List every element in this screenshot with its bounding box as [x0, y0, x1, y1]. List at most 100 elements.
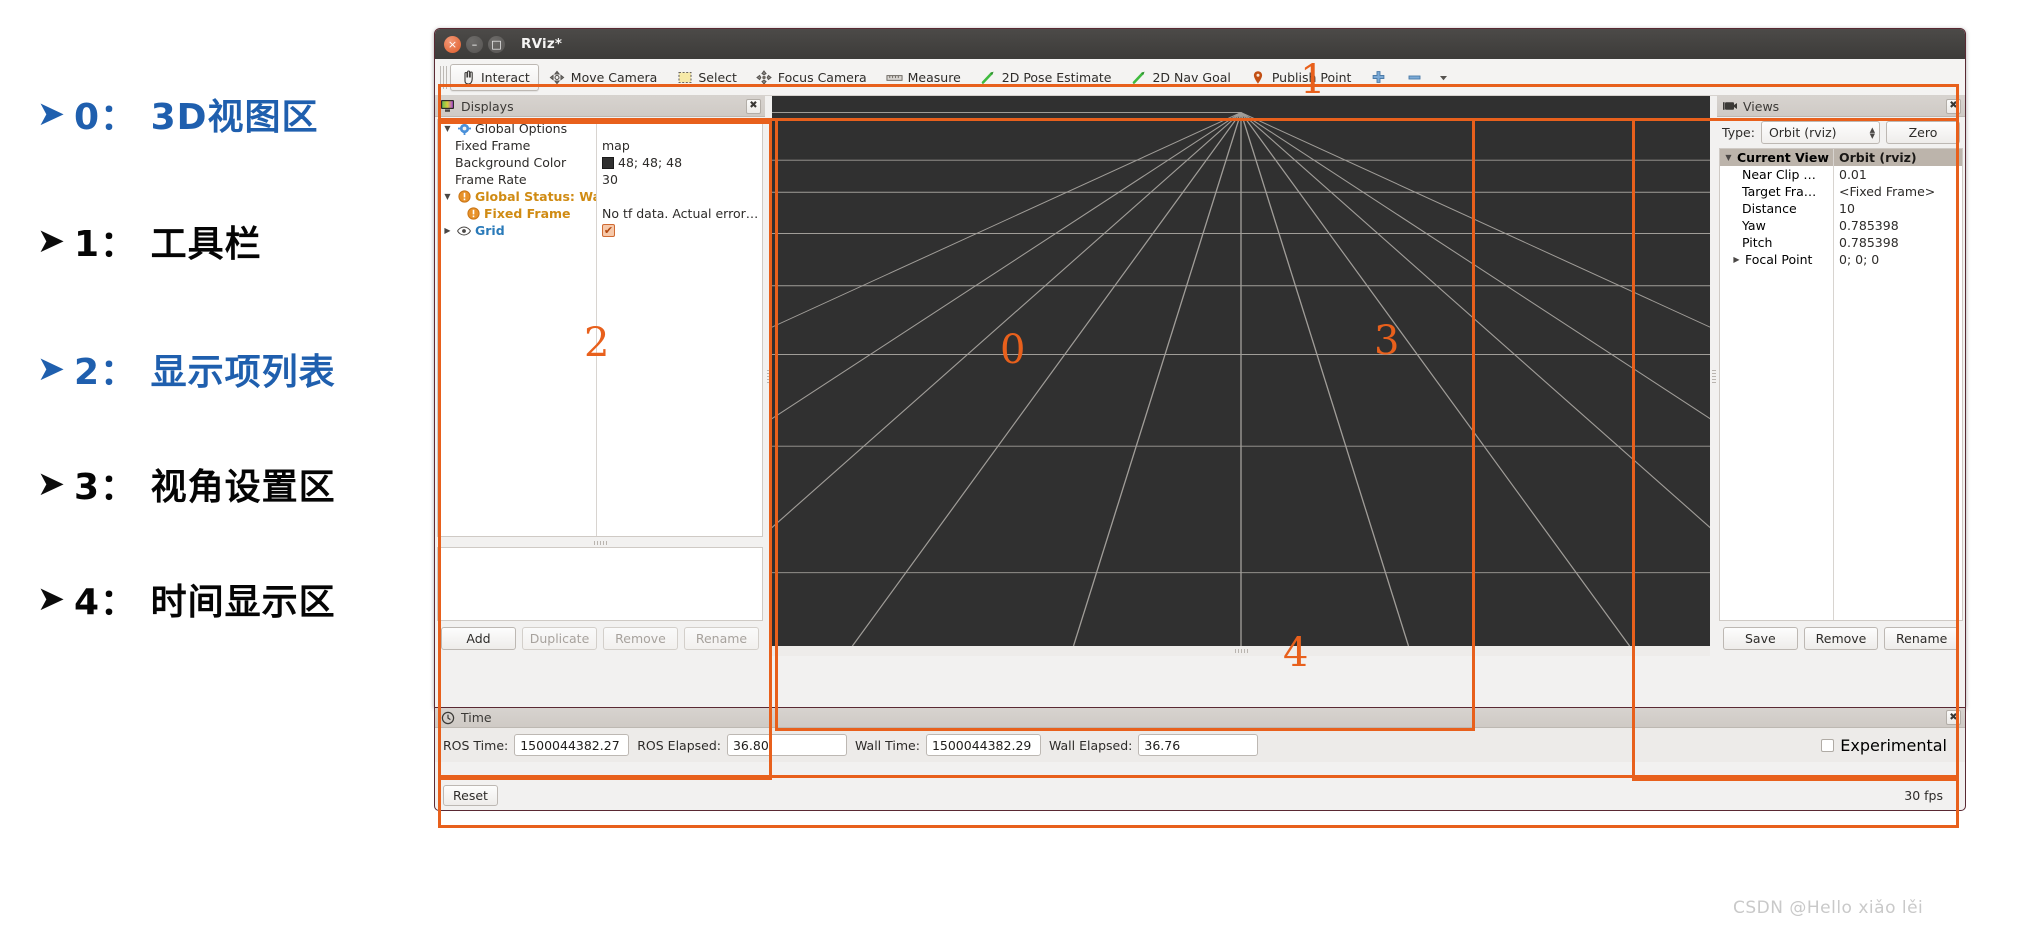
- eye-icon: [457, 225, 471, 237]
- grid-enabled-checkbox[interactable]: ✔: [602, 224, 615, 237]
- twisty-icon[interactable]: ▼: [442, 124, 453, 133]
- rename-view-button[interactable]: Rename: [1884, 627, 1960, 650]
- tree-row-fixed-frame[interactable]: Fixed Frame map: [438, 137, 762, 154]
- ros-elapsed-field: ROS Elapsed: 36.80: [637, 734, 847, 756]
- views-row-distance[interactable]: Distance 10: [1720, 200, 1962, 217]
- tool-publish-point[interactable]: Publish Point: [1241, 64, 1361, 91]
- hand-cursor-icon: [459, 69, 476, 85]
- view-type-row: Type: Orbit (rviz) ▲ ▼ Zero: [1717, 117, 1965, 147]
- reset-button[interactable]: Reset: [443, 785, 498, 806]
- rviz-window: × – □ RViz* Interact Move Camera Select …: [434, 28, 1966, 708]
- wall-time-input[interactable]: 1500044382.29: [925, 734, 1041, 756]
- twisty-icon[interactable]: ▼: [442, 192, 453, 201]
- ros-time-field: ROS Time: 1500044382.27: [443, 734, 630, 756]
- views-row-focal-point[interactable]: ▶ Focal Point 0; 0; 0: [1720, 251, 1962, 268]
- legend-item-0-label: 0： 3D视图区: [74, 97, 319, 138]
- gear-icon: [457, 122, 471, 135]
- wall-elapsed-input[interactable]: 36.76: [1138, 734, 1259, 756]
- focus-camera-icon: [756, 69, 773, 85]
- left-vertical-splitter[interactable]: [765, 96, 772, 656]
- tree-row-status-fixed-frame[interactable]: Fixed Frame No tf data. Actual error…: [438, 205, 762, 222]
- minimize-icon[interactable]: –: [466, 35, 483, 53]
- views-value: Orbit (rviz): [1839, 150, 1917, 165]
- tree-row-grid[interactable]: ▶ Grid ✔: [438, 222, 762, 239]
- views-panel-header: Views ✖: [1717, 96, 1965, 117]
- remove-button[interactable]: Remove: [603, 627, 678, 650]
- tree-row-background-color[interactable]: Background Color 48; 48; 48: [438, 154, 762, 171]
- views-row-target-frame[interactable]: Target Fra… <Fixed Frame>: [1720, 183, 1962, 200]
- maximize-icon[interactable]: □: [488, 35, 505, 53]
- experimental-toggle[interactable]: Experimental: [1821, 736, 1957, 755]
- plus-icon: [1370, 70, 1387, 85]
- tool-overflow-button[interactable]: [1433, 64, 1454, 91]
- tool-add-button[interactable]: [1361, 64, 1396, 91]
- tool-interact-label: Interact: [481, 69, 530, 85]
- ros-time-input[interactable]: 1500044382.27: [514, 734, 630, 756]
- views-row-near-clip[interactable]: Near Clip … 0.01: [1720, 166, 1962, 183]
- close-icon[interactable]: ✖: [1946, 98, 1961, 114]
- tool-move-camera-label: Move Camera: [570, 69, 658, 85]
- displays-panel: Displays ✖ ▼ Global Options Fixed Frame …: [435, 96, 765, 656]
- wall-elapsed-label: Wall Elapsed:: [1048, 737, 1133, 753]
- views-value[interactable]: 0; 0; 0: [1833, 252, 1962, 267]
- twisty-icon[interactable]: ▶: [1731, 255, 1742, 264]
- render-viewport-3d[interactable]: [772, 96, 1710, 646]
- views-column-separator[interactable]: [1833, 149, 1834, 620]
- tree-value[interactable]: map: [602, 138, 630, 153]
- zero-button[interactable]: Zero: [1886, 121, 1960, 144]
- views-value[interactable]: 0.785398: [1833, 235, 1962, 250]
- tree-column-separator[interactable]: [596, 120, 597, 536]
- view-type-select[interactable]: Orbit (rviz) ▲ ▼: [1760, 121, 1880, 144]
- views-row-yaw[interactable]: Yaw 0.785398: [1720, 217, 1962, 234]
- tool-2d-nav-goal[interactable]: 2D Nav Goal: [1121, 64, 1239, 91]
- tool-select[interactable]: Select: [667, 64, 746, 91]
- tool-focus-camera[interactable]: Focus Camera: [747, 64, 876, 91]
- views-value[interactable]: 0.01: [1833, 167, 1962, 182]
- views-value[interactable]: 0.785398: [1833, 218, 1962, 233]
- viewport-bottom-handle[interactable]: [772, 646, 1710, 656]
- legend-list: ➤ 0： 3D视图区 ➤ 1： 工具栏 ➤ 2： 显示项列表 ➤ 3： 视角设置…: [0, 0, 430, 933]
- tree-label: Grid: [475, 223, 505, 238]
- add-button[interactable]: Add: [441, 627, 516, 650]
- views-row-current-view[interactable]: ▼ Current View Orbit (rviz): [1720, 149, 1962, 166]
- close-icon[interactable]: ✖: [1946, 710, 1961, 725]
- arrow-bullet-icon: ➤: [36, 464, 66, 504]
- rename-button[interactable]: Rename: [684, 627, 759, 650]
- close-icon[interactable]: ✖: [746, 98, 761, 114]
- ros-elapsed-input[interactable]: 36.80: [726, 734, 847, 756]
- close-icon[interactable]: ×: [444, 35, 461, 53]
- tool-move-camera[interactable]: Move Camera: [540, 64, 667, 91]
- twisty-icon[interactable]: ▼: [1723, 153, 1734, 162]
- right-vertical-splitter[interactable]: [1710, 96, 1717, 656]
- twisty-icon[interactable]: ▶: [442, 226, 453, 235]
- toolbar-drag-handle[interactable]: [440, 65, 447, 89]
- tool-remove-button[interactable]: [1397, 64, 1432, 91]
- window-title: RViz*: [521, 36, 563, 52]
- tree-row-global-options[interactable]: ▼ Global Options: [438, 120, 762, 137]
- displays-tree[interactable]: ▼ Global Options Fixed Frame map Backgro…: [437, 119, 763, 537]
- experimental-checkbox[interactable]: [1821, 738, 1835, 752]
- views-tree[interactable]: ▼ Current View Orbit (rviz) Near Clip … …: [1719, 148, 1963, 621]
- tree-label: Global Options: [475, 121, 568, 136]
- remove-view-button[interactable]: Remove: [1803, 627, 1879, 650]
- tool-interact[interactable]: Interact: [450, 63, 539, 91]
- tool-2d-pose-estimate[interactable]: 2D Pose Estimate: [971, 64, 1121, 91]
- views-value[interactable]: <Fixed Frame>: [1833, 184, 1962, 199]
- tree-value[interactable]: 30: [602, 172, 618, 187]
- tree-row-frame-rate[interactable]: Frame Rate 30: [438, 171, 762, 188]
- save-view-button[interactable]: Save: [1723, 627, 1798, 650]
- tree-row-global-status[interactable]: ▼ Global Status: Warn: [438, 188, 762, 205]
- wall-time-label: Wall Time:: [854, 737, 920, 753]
- legend-item-4: ➤ 4： 时间显示区: [28, 573, 336, 625]
- view-type-value: Orbit (rviz): [1768, 125, 1837, 140]
- chevron-updown-icon: ▲ ▼: [1869, 125, 1875, 140]
- tool-measure[interactable]: Measure: [877, 64, 970, 91]
- views-row-pitch[interactable]: Pitch 0.785398: [1720, 234, 1962, 251]
- toolbar: Interact Move Camera Select Focus Camera: [435, 59, 1965, 96]
- displays-splitter-handle[interactable]: [435, 539, 765, 547]
- color-swatch[interactable]: [602, 156, 614, 169]
- duplicate-button[interactable]: Duplicate: [522, 627, 597, 650]
- tree-value[interactable]: 48; 48; 48: [618, 155, 682, 170]
- views-value[interactable]: 10: [1833, 201, 1962, 216]
- legend-item-2-label: 2： 显示项列表: [74, 352, 336, 393]
